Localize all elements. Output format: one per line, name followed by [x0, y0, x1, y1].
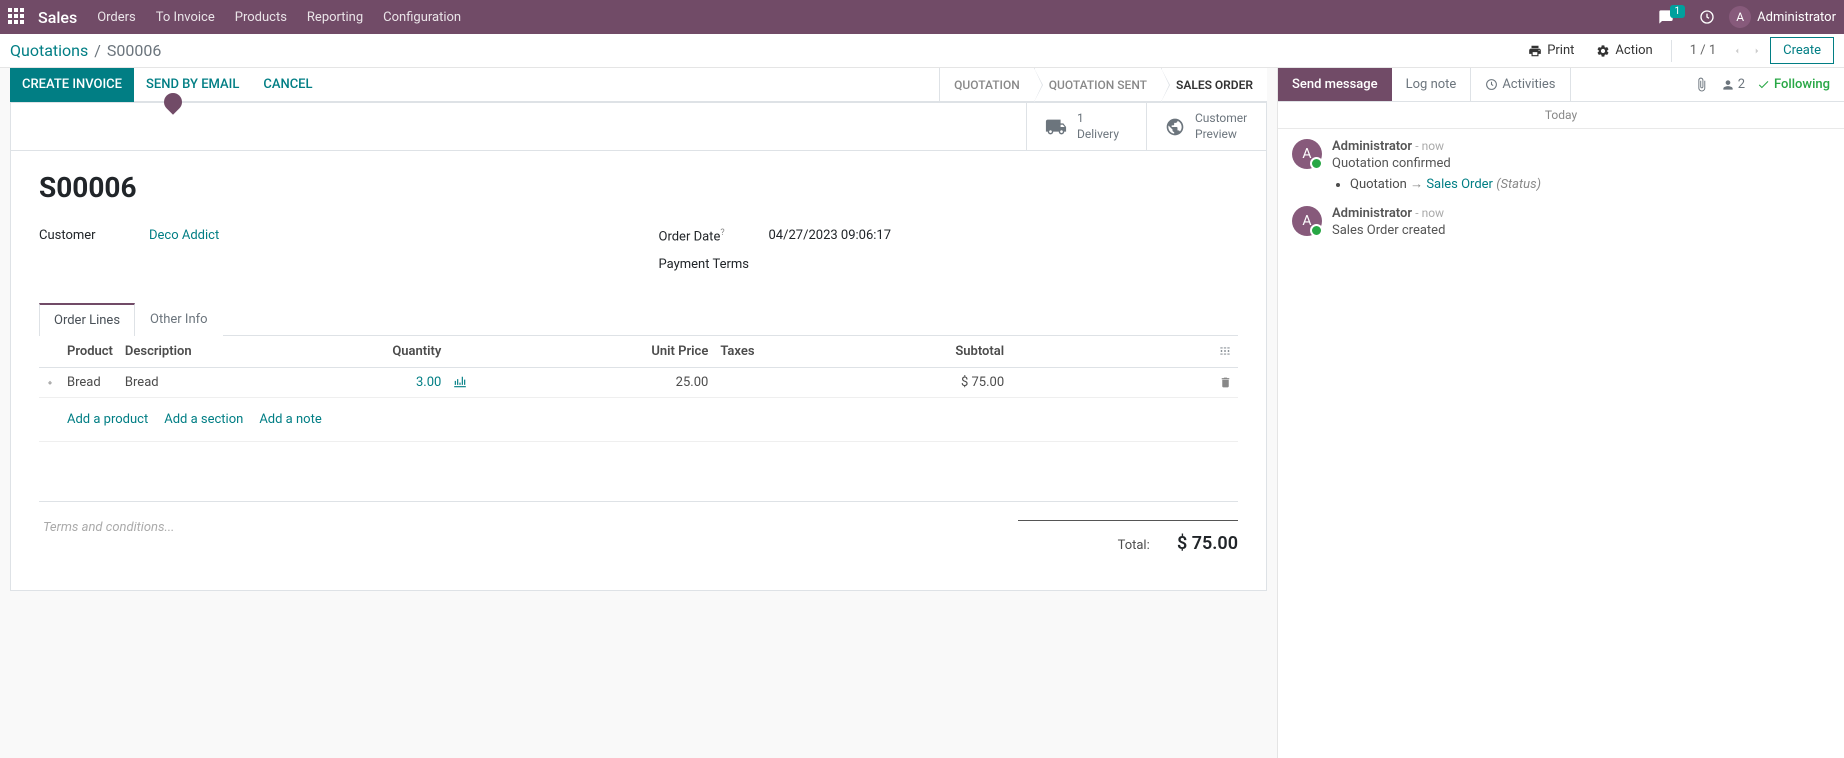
- add-product-link[interactable]: Add a product: [67, 412, 148, 427]
- message-author: Administrator: [1332, 139, 1412, 154]
- messages-icon[interactable]: 1: [1658, 9, 1686, 25]
- tabs: Order Lines Other Info: [39, 302, 1238, 336]
- message-avatar: A: [1292, 206, 1322, 236]
- col-quantity: Quantity: [198, 336, 448, 368]
- row-unit-price[interactable]: 25.00: [475, 367, 715, 397]
- message-item: A Administrator - now Sales Order create…: [1292, 206, 1830, 238]
- following-button[interactable]: Following: [1757, 77, 1830, 92]
- customer-preview-button[interactable]: CustomerPreview: [1146, 103, 1266, 150]
- print-button[interactable]: Print: [1520, 39, 1582, 62]
- table-row[interactable]: Bread Bread 3.00 25.00 $ 75.00: [39, 367, 1238, 397]
- attachment-icon[interactable]: [1694, 77, 1709, 92]
- user-avatar: A: [1729, 6, 1751, 28]
- forecast-icon[interactable]: [447, 367, 474, 397]
- breadcrumb-sep: /: [94, 41, 101, 60]
- apps-icon[interactable]: [8, 8, 26, 26]
- cancel-button[interactable]: CANCEL: [251, 77, 324, 92]
- pager-next[interactable]: [1750, 43, 1764, 58]
- user-name: Administrator: [1757, 10, 1836, 25]
- create-button[interactable]: Create: [1770, 37, 1834, 64]
- customer-link[interactable]: Deco Addict: [149, 228, 219, 243]
- status-sales-order[interactable]: SALES ORDER: [1161, 68, 1267, 101]
- preview-l2: Preview: [1195, 127, 1247, 143]
- total-label: Total:: [1118, 538, 1150, 553]
- pager-text: 1 / 1: [1682, 43, 1724, 58]
- clock-icon[interactable]: [1699, 9, 1715, 25]
- message-text: Sales Order created: [1332, 223, 1445, 238]
- order-lines-table: Product Description Quantity Unit Price …: [39, 336, 1238, 502]
- message-item: A Administrator - now Quotation confirme…: [1292, 139, 1830, 192]
- breadcrumb: Quotations / S00006: [10, 41, 161, 60]
- nav-products[interactable]: Products: [235, 10, 287, 25]
- log-note-tab[interactable]: Log note: [1392, 68, 1471, 101]
- messages-badge: 1: [1670, 5, 1686, 18]
- send-by-email-button[interactable]: SEND BY EMAIL: [134, 77, 251, 92]
- nav-configuration[interactable]: Configuration: [383, 10, 461, 25]
- row-subtotal: $ 75.00: [761, 367, 1011, 397]
- tab-other-info[interactable]: Other Info: [135, 303, 223, 336]
- row-description[interactable]: Bread: [119, 367, 198, 397]
- pager-prev[interactable]: [1730, 43, 1744, 58]
- followers-count[interactable]: 2: [1721, 77, 1745, 92]
- delete-row-icon[interactable]: [1010, 367, 1238, 397]
- message-time: - now: [1415, 139, 1444, 153]
- col-unit-price: Unit Price: [475, 336, 715, 368]
- chatter-panel: Send message Log note Activities 2 Follo…: [1278, 68, 1844, 758]
- nav-orders[interactable]: Orders: [97, 10, 136, 25]
- arrow-icon: →: [1410, 177, 1423, 192]
- nav-reporting[interactable]: Reporting: [307, 10, 363, 25]
- total-block: Total: $ 75.00: [1018, 520, 1238, 554]
- order-date-label: Order Date?: [659, 228, 769, 244]
- status-bar: QUOTATION QUOTATION SENT SALES ORDER: [939, 68, 1267, 101]
- drag-handle-icon[interactable]: [39, 367, 61, 397]
- user-menu[interactable]: A Administrator: [1729, 6, 1836, 28]
- col-product: Product: [61, 336, 119, 368]
- brand-label[interactable]: Sales: [38, 8, 77, 27]
- delivery-count: 1: [1077, 111, 1119, 127]
- customer-label: Customer: [39, 228, 149, 243]
- form-sheet: 1Delivery CustomerPreview S00006 Custome…: [10, 102, 1267, 591]
- message-author: Administrator: [1332, 206, 1412, 221]
- col-description: Description: [119, 336, 198, 368]
- action-bar: CREATE INVOICE SEND BY EMAIL CANCEL QUOT…: [10, 68, 1267, 102]
- breadcrumb-current: S00006: [107, 41, 161, 60]
- breadcrumb-bar: Quotations / S00006 Print Action 1 / 1 C…: [0, 34, 1844, 68]
- total-value: $ 75.00: [1177, 533, 1238, 554]
- bullet-from: Quotation: [1350, 177, 1407, 192]
- delivery-stat-button[interactable]: 1Delivery: [1026, 103, 1146, 150]
- action-button[interactable]: Action: [1588, 39, 1660, 62]
- row-quantity[interactable]: 3.00: [416, 375, 441, 390]
- row-product[interactable]: Bread: [61, 367, 119, 397]
- breadcrumb-parent[interactable]: Quotations: [10, 41, 88, 60]
- delivery-label: Delivery: [1077, 127, 1119, 143]
- columns-settings-icon[interactable]: [1010, 336, 1238, 368]
- tab-order-lines[interactable]: Order Lines: [39, 303, 135, 336]
- bullet-status: (Status): [1496, 177, 1541, 192]
- today-separator: Today: [1278, 102, 1844, 129]
- send-message-tab[interactable]: Send message: [1278, 68, 1392, 101]
- bullet-to[interactable]: Sales Order: [1426, 177, 1493, 192]
- terms-input[interactable]: Terms and conditions...: [39, 520, 1018, 535]
- create-invoice-button[interactable]: CREATE INVOICE: [10, 68, 134, 102]
- add-note-link[interactable]: Add a note: [259, 412, 321, 427]
- row-taxes[interactable]: [714, 367, 760, 397]
- add-section-link[interactable]: Add a section: [164, 412, 243, 427]
- col-taxes: Taxes: [714, 336, 760, 368]
- top-navbar: Sales Orders To Invoice Products Reporti…: [0, 0, 1844, 34]
- preview-l1: Customer: [1195, 111, 1247, 127]
- status-quotation[interactable]: QUOTATION: [939, 68, 1034, 101]
- order-title: S00006: [39, 171, 1238, 204]
- message-avatar: A: [1292, 139, 1322, 169]
- message-text: Quotation confirmed: [1332, 156, 1541, 171]
- topnav-menu: Orders To Invoice Products Reporting Con…: [97, 10, 461, 25]
- status-quotation-sent[interactable]: QUOTATION SENT: [1034, 68, 1161, 101]
- col-subtotal: Subtotal: [761, 336, 1011, 368]
- message-time: - now: [1415, 206, 1444, 220]
- order-date-value: 04/27/2023 09:06:17: [769, 228, 892, 244]
- payment-terms-label: Payment Terms: [659, 257, 769, 272]
- activities-tab[interactable]: Activities: [1470, 68, 1570, 101]
- nav-to-invoice[interactable]: To Invoice: [156, 10, 215, 25]
